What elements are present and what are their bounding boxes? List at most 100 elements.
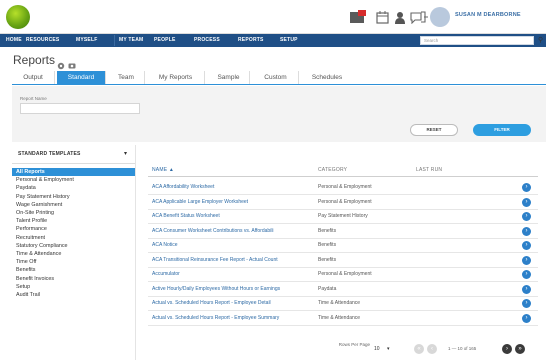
chevron-right-icon[interactable]: › bbox=[522, 212, 531, 221]
sidebar-item-statutory-compliance[interactable]: Statutory Compliance bbox=[12, 242, 135, 250]
tab-my-reports[interactable]: My Reports bbox=[147, 71, 205, 84]
report-category: Paydata bbox=[318, 285, 337, 292]
sidebar-item-personal-employment[interactable]: Personal & Employment bbox=[12, 176, 135, 184]
sidebar-item-pay-statement-history[interactable]: Pay Statement History bbox=[12, 193, 135, 201]
gear-icon[interactable] bbox=[57, 57, 65, 70]
table-row[interactable]: Accumulator Personal & Employment › bbox=[148, 268, 538, 282]
filter-button[interactable]: FILTER bbox=[473, 124, 531, 136]
nav-item-resources[interactable]: RESOURCES bbox=[26, 37, 59, 43]
table-row[interactable]: ACA Applicable Large Employer Worksheet … bbox=[148, 196, 538, 210]
table-row[interactable]: ACA Transitional Reinsurance Fee Report … bbox=[148, 254, 538, 268]
sidebar-item-benefits[interactable]: Benefits bbox=[12, 266, 135, 274]
chevron-down-icon[interactable]: ▾ bbox=[124, 150, 127, 157]
sidebar-item-benefit-invoices[interactable]: Benefit Invoices bbox=[12, 275, 135, 283]
mail-icon[interactable] bbox=[350, 9, 366, 25]
table-row[interactable]: ACA Affordability Worksheet Personal & E… bbox=[148, 181, 538, 195]
tab-standard[interactable]: Standard bbox=[57, 71, 106, 84]
company-logo[interactable] bbox=[6, 5, 30, 29]
report-name-link[interactable]: Active Hourly/Daily Employees Without Ho… bbox=[152, 286, 318, 292]
sidebar-item-paydata[interactable]: Paydata bbox=[12, 184, 135, 192]
nav-item-process[interactable]: PROCESS bbox=[194, 37, 220, 43]
nav-item-setup[interactable]: SETUP bbox=[280, 37, 298, 43]
chevron-right-icon[interactable]: › bbox=[522, 241, 531, 250]
chevron-right-icon[interactable]: › bbox=[522, 183, 531, 192]
tab-custom[interactable]: Custom bbox=[253, 71, 299, 84]
settings-icon[interactable] bbox=[68, 57, 76, 69]
search-icon[interactable]: ⚲ bbox=[538, 36, 546, 45]
sidebar-item-performance[interactable]: Performance bbox=[12, 225, 135, 233]
nav-item-reports[interactable]: REPORTS bbox=[238, 37, 264, 43]
sidebar-item-time-attendance[interactable]: Time & Attendance bbox=[12, 250, 135, 258]
report-name-link[interactable]: Actual vs. Scheduled Hours Report - Empl… bbox=[152, 315, 318, 321]
tab-team[interactable]: Team bbox=[108, 71, 145, 84]
sidebar-item-setup[interactable]: Setup bbox=[12, 283, 135, 291]
report-category: Benefits bbox=[318, 256, 337, 263]
rows-per-page-label: Rows Per Page bbox=[338, 342, 370, 347]
sidebar-item-on-site-printing[interactable]: On-Site Printing bbox=[12, 209, 135, 217]
search-input[interactable]: Search bbox=[420, 36, 534, 45]
chevron-right-icon[interactable]: › bbox=[522, 255, 531, 265]
report-name-link[interactable]: ACA Benefit Status Worksheet bbox=[152, 213, 318, 219]
sidebar-item-audit-trail[interactable]: Audit Trail bbox=[12, 291, 135, 299]
table-row[interactable]: Actual vs. Scheduled Hours Report - Empl… bbox=[148, 312, 538, 326]
previous-page-button[interactable]: ‹ bbox=[427, 344, 437, 354]
report-name-link[interactable]: ACA Applicable Large Employer Worksheet bbox=[152, 199, 318, 205]
report-category: Time & Attendance bbox=[318, 314, 361, 321]
report-name-link[interactable]: Accumulator bbox=[152, 271, 318, 277]
filter-panel: Report Name bbox=[12, 86, 546, 142]
column-header-last-run[interactable]: LAST RUN bbox=[416, 167, 442, 173]
table-row[interactable]: Actual vs. Scheduled Hours Report - Empl… bbox=[148, 297, 538, 311]
chevron-right-icon[interactable]: › bbox=[522, 284, 531, 294]
nav-item-home[interactable]: HOME bbox=[6, 37, 22, 43]
nav-item-people[interactable]: PEOPLE bbox=[154, 37, 175, 43]
sort-asc-icon[interactable]: ▲ bbox=[169, 167, 174, 173]
table-row[interactable]: ACA Benefit Status Worksheet Pay Stateme… bbox=[148, 210, 538, 224]
chevron-right-icon[interactable]: › bbox=[522, 226, 531, 236]
column-header-name[interactable]: NAME ▲ bbox=[152, 167, 174, 173]
table-row[interactable]: Active Hourly/Daily Employees Without Ho… bbox=[148, 283, 538, 297]
sidebar-item-recruitment[interactable]: Recruitment bbox=[12, 234, 135, 242]
nav-item-myself[interactable]: MYSELF bbox=[76, 37, 97, 43]
next-page-button[interactable]: › bbox=[502, 344, 512, 354]
table-row[interactable]: ACA Notice Benefits › bbox=[148, 239, 538, 253]
report-name-link[interactable]: ACA Consumer Worksheet Contributions vs.… bbox=[152, 228, 318, 234]
sidebar-heading: STANDARD TEMPLATES bbox=[18, 151, 81, 157]
calendar-icon[interactable] bbox=[374, 9, 390, 25]
report-category: Benefits bbox=[318, 227, 337, 234]
main-nav: HOME RESOURCES MYSELF MY TEAM PEOPLE PRO… bbox=[0, 34, 546, 47]
user-name[interactable]: SUSAN M DEARBORNE bbox=[455, 12, 521, 18]
tab-schedules[interactable]: Schedules bbox=[302, 71, 352, 84]
sidebar-item-talent-profile[interactable]: Talent Profile bbox=[12, 217, 135, 225]
report-name-link[interactable]: Actual vs. Scheduled Hours Report - Empl… bbox=[152, 300, 318, 306]
chevron-right-icon[interactable]: › bbox=[522, 270, 531, 279]
chevron-right-icon[interactable]: › bbox=[522, 299, 531, 308]
page-title: Reports bbox=[13, 53, 56, 67]
tab-output[interactable]: Output bbox=[12, 71, 55, 84]
logout-icon[interactable] bbox=[420, 9, 428, 25]
page-count: 1 — 10 of 165 bbox=[448, 346, 477, 351]
report-category: Personal & Employment bbox=[318, 184, 372, 190]
tab-sample[interactable]: Sample bbox=[208, 71, 250, 84]
nav-item-my-team[interactable]: MY TEAM bbox=[119, 37, 143, 43]
table-row[interactable]: ACA Consumer Worksheet Contributions vs.… bbox=[148, 225, 538, 239]
tabs-underline bbox=[12, 84, 546, 85]
sidebar-divider bbox=[12, 163, 135, 164]
avatar[interactable] bbox=[430, 7, 450, 27]
report-name-field[interactable] bbox=[20, 103, 140, 114]
sidebar-item-wage-garnishment[interactable]: Wage Garnishment bbox=[12, 201, 135, 209]
chevron-right-icon[interactable]: › bbox=[522, 197, 531, 207]
reset-button[interactable]: RESET bbox=[410, 124, 458, 136]
column-header-category[interactable]: CATEGORY bbox=[318, 167, 347, 173]
reports-table: NAME ▲ CATEGORY LAST RUN ACA Affordabili… bbox=[140, 145, 546, 360]
rows-per-page-select[interactable]: 10 ▾ bbox=[374, 344, 398, 354]
person-icon[interactable] bbox=[392, 9, 408, 25]
sidebar-item-all-reports[interactable]: All Reports bbox=[12, 168, 135, 177]
report-name-link[interactable]: ACA Affordability Worksheet bbox=[152, 184, 318, 190]
report-name-link[interactable]: ACA Notice bbox=[152, 242, 318, 248]
table-header-divider bbox=[148, 176, 538, 177]
last-page-button[interactable]: » bbox=[515, 344, 525, 354]
report-name-link[interactable]: ACA Transitional Reinsurance Fee Report … bbox=[152, 257, 318, 263]
chevron-right-icon[interactable]: › bbox=[522, 313, 531, 323]
sidebar-item-time-off[interactable]: Time Off bbox=[12, 258, 135, 266]
first-page-button[interactable]: « bbox=[414, 344, 424, 354]
